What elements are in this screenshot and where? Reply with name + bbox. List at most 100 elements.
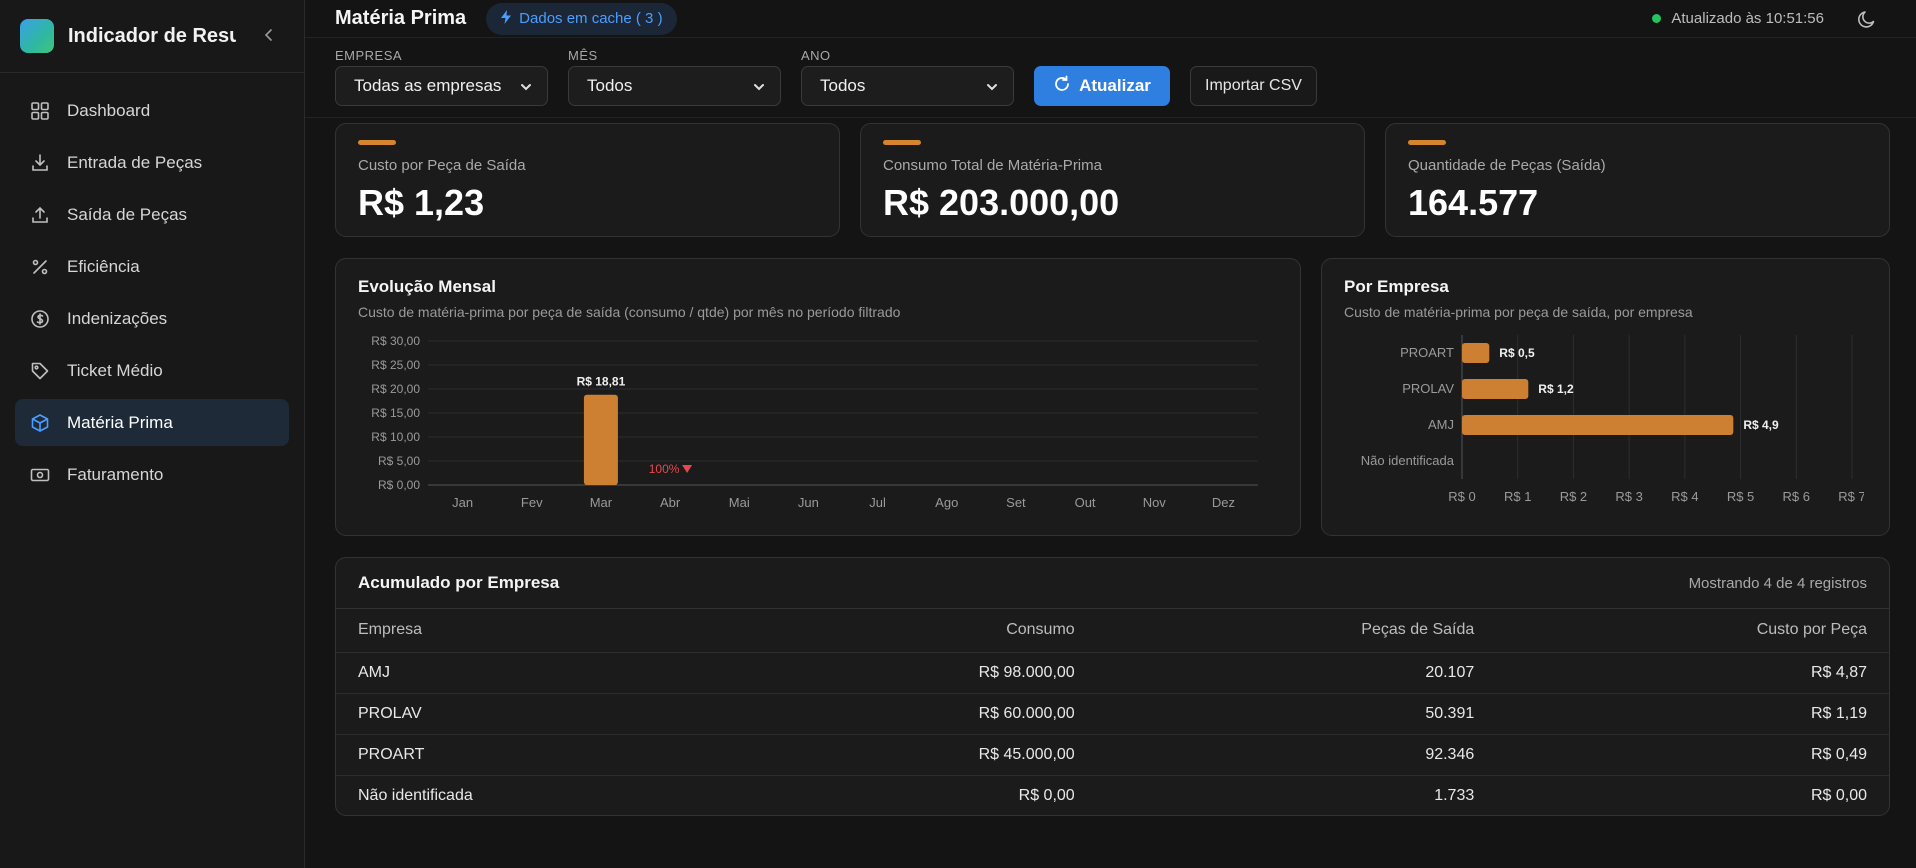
kpi-accent-bar <box>1408 140 1446 145</box>
down-arrow-icon <box>682 465 693 473</box>
sidebar-item-label: Indenizações <box>67 308 168 328</box>
x-tick-label: R$ 0 <box>1448 489 1475 504</box>
column-header-consumo[interactable]: Consumo <box>740 609 1097 653</box>
records-count: Mostrando 4 de 4 registros <box>1688 574 1867 592</box>
empresa-filter-label: EMPRESA <box>335 48 403 63</box>
kpi-value: R$ 203.000,00 <box>883 182 1120 223</box>
mes-select-value: Todos <box>587 76 633 95</box>
download-icon <box>29 152 51 174</box>
table-header-bar: Acumulado por Empresa Mostrando 4 de 4 r… <box>336 558 1889 609</box>
cell-empresa: AMJ <box>336 652 741 694</box>
cell-custo-peca: R$ 4,87 <box>1496 652 1889 694</box>
kpi-card-consumo-total: Consumo Total de Matéria-Prima R$ 203.00… <box>860 123 1365 237</box>
x-tick-label: Set <box>1006 495 1026 510</box>
refresh-button[interactable]: Atualizar <box>1034 66 1170 106</box>
column-header-custo-peca[interactable]: Custo por Peça <box>1496 609 1889 653</box>
sidebar-item-indenizacoes[interactable]: Indenizações <box>15 295 289 342</box>
x-tick-label: Out <box>1075 495 1096 510</box>
tag-icon <box>29 360 51 382</box>
sidebar-item-materia-prima[interactable]: Matéria Prima <box>15 399 289 446</box>
ano-select[interactable]: Todos <box>801 66 1014 106</box>
column-header-pecas-saida[interactable]: Peças de Saída <box>1096 609 1497 653</box>
sidebar-item-ticket-medio[interactable]: Ticket Médio <box>15 347 289 394</box>
chevron-down-icon <box>985 79 999 93</box>
mes-select[interactable]: Todos <box>568 66 781 106</box>
grid-icon <box>29 100 51 122</box>
brand-header: Indicador de Resultados <box>0 0 304 73</box>
sidebar: Indicador de Resultados Dashboard Entrad… <box>0 0 305 868</box>
kpi-label: Custo por Peça de Saída <box>358 157 526 174</box>
cache-badge[interactable]: Dados em cache ( 3 ) <box>486 2 677 35</box>
cell-custo-peca: R$ 0,49 <box>1496 734 1889 776</box>
column-header-empresa[interactable]: Empresa <box>336 609 741 653</box>
kpi-value: 164.577 <box>1408 182 1539 223</box>
sidebar-item-entrada-pecas[interactable]: Entrada de Peças <box>15 139 289 186</box>
company-chart-subtitle: Custo de matéria-prima por peça de saída… <box>1344 304 1693 320</box>
kpi-row: Custo por Peça de Saída R$ 1,23 Consumo … <box>335 123 1890 237</box>
moon-icon[interactable] <box>1856 8 1878 30</box>
y-tick-label: PROLAV <box>1402 381 1454 396</box>
cell-empresa: PROART <box>336 734 741 776</box>
bar <box>1462 379 1529 399</box>
refresh-button-label: Atualizar <box>1079 76 1151 95</box>
sidebar-item-label: Saída de Peças <box>67 204 188 224</box>
collapse-sidebar-icon[interactable] <box>260 26 278 44</box>
x-tick-label: R$ 3 <box>1615 489 1642 504</box>
y-tick-label: R$ 0,00 <box>378 478 420 492</box>
cell-empresa: Não identificada <box>358 786 473 804</box>
monthly-chart-subtitle: Custo de matéria-prima por peça de saída… <box>358 304 901 320</box>
monthly-chart-title: Evolução Mensal <box>358 277 496 296</box>
status-area: Atualizado às 10:51:56 <box>1652 8 1886 30</box>
chevron-down-icon <box>752 79 766 93</box>
y-tick-label: R$ 15,00 <box>371 406 420 420</box>
y-tick-label: R$ 30,00 <box>371 334 420 348</box>
sidebar-item-eficiencia[interactable]: Eficiência <box>15 243 289 290</box>
y-tick-label: R$ 20,00 <box>371 382 420 396</box>
x-tick-label: Jun <box>798 495 819 510</box>
x-tick-label: R$ 6 <box>1783 489 1810 504</box>
x-tick-label: Abr <box>660 495 681 510</box>
cell-consumo: R$ 45.000,00 <box>740 734 1097 776</box>
sidebar-item-label: Entrada de Peças <box>67 152 203 172</box>
app-logo <box>20 19 54 53</box>
y-tick-label: AMJ <box>1428 417 1454 432</box>
ano-filter: ANO Todos <box>801 48 1014 106</box>
monthly-chart-card: Evolução Mensal Custo de matéria-prima p… <box>335 258 1301 536</box>
sidebar-item-faturamento[interactable]: Faturamento <box>15 451 289 498</box>
cache-label: Dados em cache ( 3 ) <box>519 10 663 27</box>
ano-select-value: Todos <box>820 76 866 95</box>
company-chart-title: Por Empresa <box>1344 277 1449 296</box>
empresa-select[interactable]: Todas as empresas <box>335 66 548 106</box>
page-title: Matéria Prima <box>335 7 467 29</box>
cell-consumo: R$ 0,00 <box>1018 786 1075 804</box>
kpi-card-custo-peca: Custo por Peça de Saída R$ 1,23 <box>335 123 840 237</box>
box-icon <box>29 412 51 434</box>
sidebar-item-saida-pecas[interactable]: Saída de Peças <box>15 191 289 238</box>
cell-pecas-saida: 50.391 <box>1096 693 1497 735</box>
cell-pecas-saida: 92.346 <box>1096 734 1497 776</box>
bar <box>1462 343 1490 363</box>
import-csv-button[interactable]: Importar CSV <box>1190 66 1317 106</box>
cell-pecas-saida: 20.107 <box>1096 652 1497 694</box>
cell-consumo: R$ 98.000,00 <box>740 652 1097 694</box>
x-tick-label: Mar <box>590 495 613 510</box>
percent-icon <box>29 256 51 278</box>
sidebar-nav: Dashboard Entrada de Peças Saída de Peça… <box>0 73 304 517</box>
table-row: PROART R$ 45.000,00 92.346 R$ 0,49 <box>336 734 1889 776</box>
cell-empresa: PROLAV <box>336 693 741 735</box>
main-content: Matéria Prima Dados em cache ( 3 ) Atual… <box>305 0 1916 868</box>
kpi-label: Quantidade de Peças (Saída) <box>1408 157 1606 174</box>
coin-icon <box>29 308 51 330</box>
filter-bar: EMPRESA Todas as empresas MÊS Todos ANO … <box>305 38 1916 118</box>
x-tick-label: R$ 2 <box>1560 489 1587 504</box>
lightning-icon <box>500 9 512 28</box>
status-dot <box>1652 14 1662 23</box>
mes-filter: MÊS Todos <box>568 48 781 106</box>
kpi-value: R$ 1,23 <box>358 182 485 223</box>
table-row: PROLAV R$ 60.000,00 50.391 R$ 1,19 <box>336 693 1889 735</box>
bar-data-label: R$ 1,2 <box>1538 382 1574 396</box>
table-row: Não identificada R$ 0,00 1.733 R$ 0,00 <box>336 775 1889 816</box>
sidebar-item-dashboard[interactable]: Dashboard <box>15 87 289 134</box>
y-tick-label: R$ 10,00 <box>371 430 420 444</box>
cell-consumo: R$ 60.000,00 <box>740 693 1097 735</box>
